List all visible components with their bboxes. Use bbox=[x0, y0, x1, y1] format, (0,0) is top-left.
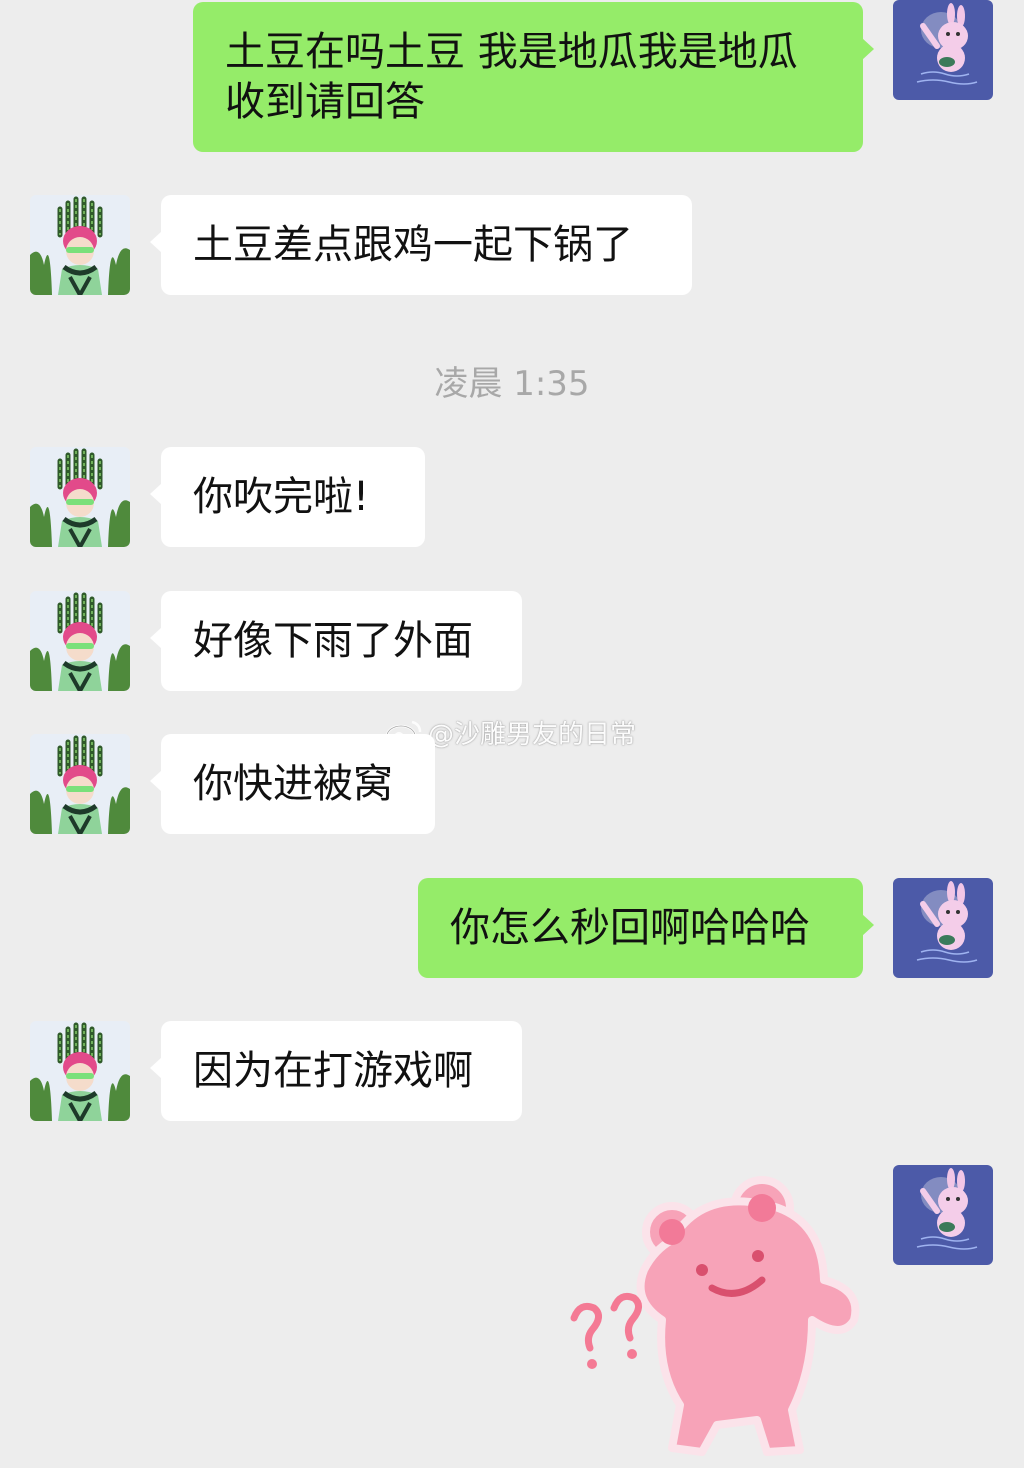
contact-avatar[interactable] bbox=[30, 447, 130, 547]
contact-avatar[interactable] bbox=[30, 591, 130, 691]
contact-avatar[interactable] bbox=[30, 1021, 130, 1121]
self-avatar[interactable] bbox=[893, 1165, 993, 1265]
message-bubble-outgoing[interactable]: 你怎么秒回啊哈哈哈 bbox=[418, 878, 874, 978]
pink-haired-character-icon bbox=[30, 734, 130, 834]
contact-avatar[interactable] bbox=[30, 195, 130, 295]
watermark-text: @沙雕男友的日常 bbox=[428, 720, 637, 750]
message-timestamp: 凌晨 1:35 bbox=[434, 364, 590, 404]
pink-haired-character-icon bbox=[30, 1021, 130, 1121]
message-bubble-incoming[interactable]: 因为在打游戏啊 bbox=[150, 1021, 522, 1121]
pink-haired-character-icon bbox=[30, 195, 130, 295]
message-bubble-incoming[interactable]: 你吹完啦! bbox=[150, 447, 425, 547]
pink-rabbit-icon bbox=[893, 878, 993, 978]
message-bubble-incoming[interactable]: 好像下雨了外面 bbox=[150, 591, 522, 691]
self-avatar[interactable] bbox=[893, 0, 993, 100]
message-bubble-incoming[interactable]: 你快进被窝 bbox=[150, 734, 435, 834]
pink-rabbit-icon bbox=[893, 1165, 993, 1265]
message-bubble-outgoing[interactable]: 土豆在吗土豆 我是地瓜我是地瓜收到请回答 bbox=[193, 2, 874, 152]
pink-haired-character-icon bbox=[30, 591, 130, 691]
message-bubble-incoming[interactable]: 土豆差点跟鸡一起下锅了 bbox=[150, 195, 692, 295]
contact-avatar[interactable] bbox=[30, 734, 130, 834]
pink-rabbit-icon bbox=[893, 0, 993, 100]
pink-haired-character-icon bbox=[30, 447, 130, 547]
pink-bear-sticker[interactable] bbox=[562, 1170, 872, 1460]
pink-bear-icon bbox=[570, 1176, 860, 1456]
self-avatar[interactable] bbox=[893, 878, 993, 978]
